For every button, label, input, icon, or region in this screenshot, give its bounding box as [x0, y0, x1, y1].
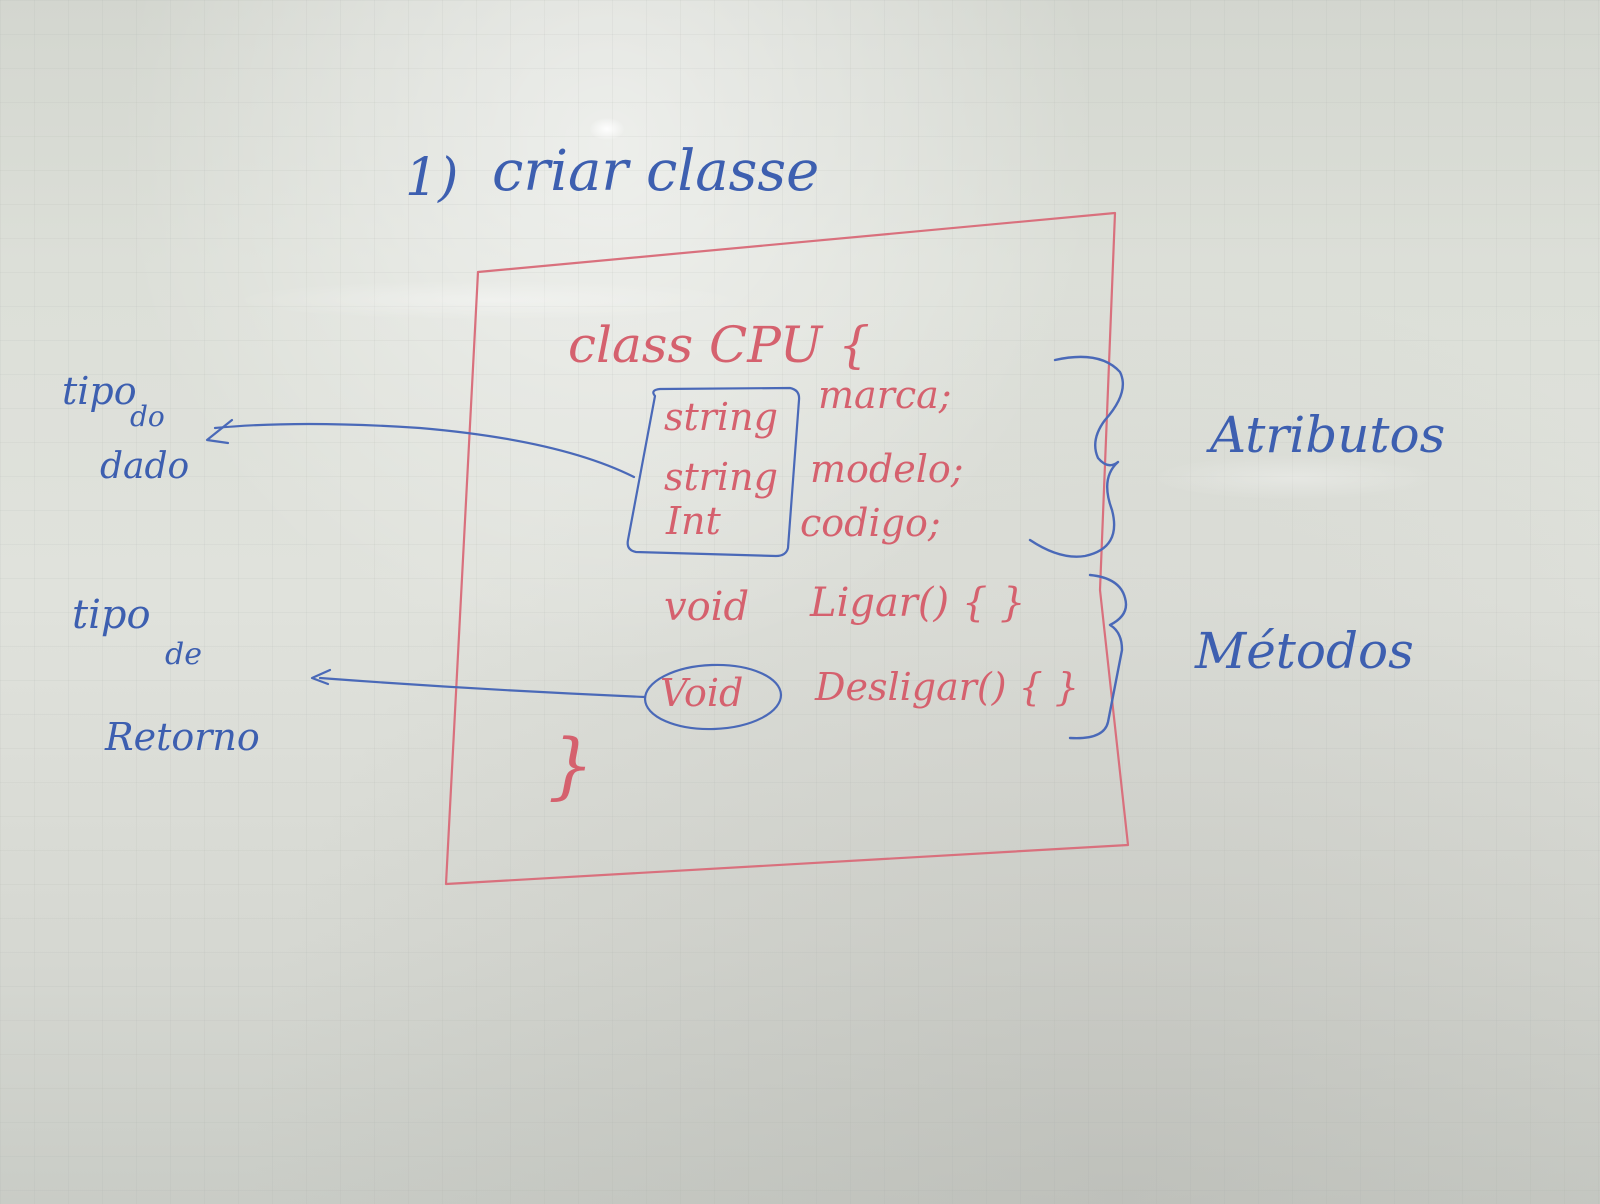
attribute-name: modelo;: [810, 447, 964, 491]
label-methods: Métodos: [1194, 622, 1414, 680]
heading-text: criar classe: [492, 139, 819, 204]
attribute-name: marca;: [818, 373, 952, 417]
attribute-type: string: [664, 395, 778, 439]
annotation-data-type-line: do: [130, 400, 165, 433]
annotation-data-type-line: dado: [100, 446, 189, 487]
label-attributes: Atributos: [1206, 406, 1445, 464]
method-signature: Ligar() { }: [809, 580, 1025, 626]
annotation-return-type-line: tipo: [72, 592, 151, 638]
annotation-data-type-line: tipo: [62, 369, 137, 413]
method-signature: Desligar() { }: [814, 665, 1079, 709]
heading-number: 1): [405, 148, 458, 208]
data-type-arrow-line: [213, 422, 636, 479]
annotation-return-type-line: Retorno: [104, 715, 260, 759]
methods-brace: [1068, 573, 1128, 740]
closing-brace: }: [548, 723, 594, 807]
attribute-type: Int: [665, 499, 721, 543]
whiteboard-drawing: 1) criar classe class CPU { string marca…: [62, 139, 1445, 886]
return-type-arrow-line: [318, 676, 647, 699]
class-declaration: class CPU {: [568, 316, 870, 374]
attribute-name: codigo;: [800, 501, 941, 545]
method-return-type: Void: [660, 671, 743, 715]
arrow-head-icon: [205, 418, 234, 445]
annotation-return-type-line: de: [165, 637, 202, 672]
method-return-type: void: [664, 584, 749, 630]
attribute-type: string: [664, 455, 778, 499]
